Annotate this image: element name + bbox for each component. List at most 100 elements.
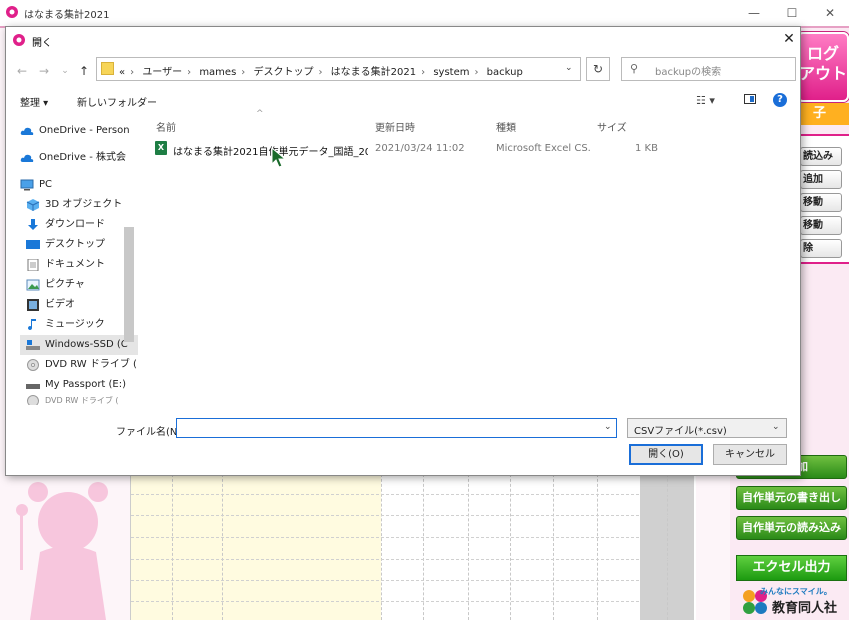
dialog-close-button[interactable]: ✕ — [780, 29, 798, 49]
maximize-button[interactable]: ☐ — [783, 5, 801, 21]
cancel-button[interactable]: キャンセル — [713, 444, 787, 465]
grid-line — [468, 474, 469, 620]
logout-button[interactable]: ログ アウト — [797, 32, 849, 102]
search-icon: ⚲ — [630, 62, 639, 75]
chevron-right-icon: › — [241, 67, 246, 78]
dvd-icon — [26, 359, 40, 371]
nav-item-pc[interactable]: PC — [20, 175, 138, 195]
brand-name: 教育同人社 — [772, 601, 838, 616]
dialog-title: 開く — [32, 38, 52, 49]
breadcrumb-hanamaru[interactable]: はなまる集計2021 — [331, 67, 416, 78]
help-icon[interactable]: ? — [773, 93, 787, 107]
nav-item-documents[interactable]: ドキュメント — [20, 255, 138, 275]
dialog-app-icon — [13, 34, 25, 46]
grid-line — [131, 515, 694, 516]
breadcrumb-backup[interactable]: backup — [487, 67, 523, 78]
logout-label-1: ログ — [806, 44, 839, 63]
open-file-dialog: 開く ✕ ← → ⌄ ↑ « › ユーザー › mames › デスクトップ › はなま… — [5, 26, 801, 476]
address-dropdown-icon[interactable]: ⌄ — [565, 63, 577, 73]
nav-item-my-passport[interactable]: My Passport (E:) — [20, 375, 138, 395]
side-move-button-1[interactable]: 移動 — [800, 193, 842, 212]
breadcrumb-system[interactable]: system — [433, 67, 469, 78]
filename-dropdown-icon[interactable]: ⌄ — [604, 422, 612, 432]
grid-line — [131, 580, 694, 581]
side-load-button[interactable]: 読込み — [800, 147, 842, 166]
import-custom-unit-button[interactable]: 自作単元の読み込み — [736, 516, 847, 540]
cloud-icon — [20, 152, 34, 164]
nav-item-onedrive-personal[interactable]: OneDrive - Person — [20, 121, 138, 141]
breadcrumb-mames[interactable]: mames — [199, 67, 236, 78]
address-bar[interactable]: « › ユーザー › mames › デスクトップ › はなまる集計2021 › syst… — [96, 57, 581, 81]
video-icon — [26, 299, 40, 311]
app-title: はなまる集計2021 — [24, 10, 110, 21]
logout-label-2: アウト — [799, 64, 848, 83]
file-type-value: CSVファイル(*.csv) — [634, 426, 727, 437]
navigation-scrollbar[interactable] — [124, 227, 134, 342]
open-button[interactable]: 開く(O) — [629, 444, 703, 465]
app-logo-icon — [6, 6, 18, 18]
grid-line — [222, 474, 223, 620]
nav-item-desktop[interactable]: デスクトップ — [20, 235, 138, 255]
breadcrumb-overflow[interactable]: « — [119, 67, 125, 78]
preview-pane-icon[interactable] — [744, 94, 756, 104]
nav-item-dvd-drive[interactable]: DVD RW ドライブ ( — [20, 355, 138, 375]
file-type: Microsoft Excel CS... — [496, 143, 591, 154]
brand-tagline: みんなにスマイル。 — [760, 587, 832, 596]
nav-item-dvd-drive-2[interactable]: DVD RW ドライブ ( — [20, 395, 138, 405]
document-icon — [26, 258, 40, 272]
file-type-select[interactable]: CSVファイル(*.csv) ⌄ — [627, 418, 787, 438]
minimize-button[interactable]: — — [745, 5, 763, 21]
nav-item-3d-objects[interactable]: 3D オブジェクト — [20, 195, 138, 215]
breadcrumb-users[interactable]: ユーザー — [142, 67, 182, 78]
cube-icon — [26, 199, 40, 211]
nav-item-onedrive-business[interactable]: OneDrive - 株式会 — [20, 148, 138, 168]
excel-export-button[interactable]: エクセル出力 — [736, 555, 847, 581]
nav-item-pictures[interactable]: ピクチャ — [20, 275, 138, 295]
grid-line — [131, 601, 694, 602]
score-grid-highlight — [131, 474, 381, 620]
grid-line — [597, 474, 598, 620]
nav-item-windows-ssd[interactable]: Windows-SSD (C — [20, 335, 138, 355]
cloud-icon — [20, 125, 34, 137]
breadcrumb: « › ユーザー › mames › デスクトップ › はなまる集計2021 › syst… — [119, 63, 523, 78]
side-move-button-2[interactable]: 移動 — [800, 216, 842, 235]
filename-label: ファイル名(N): — [116, 427, 185, 438]
nav-item-music[interactable]: ミュージック — [20, 315, 138, 335]
column-header-modified[interactable]: 更新日時 — [375, 119, 415, 134]
refresh-icon[interactable]: ↻ — [586, 57, 610, 81]
desktop-icon — [26, 239, 40, 251]
brand-logo: みんなにスマイル。 教育同人社 — [742, 586, 849, 618]
nav-item-videos[interactable]: ビデオ — [20, 295, 138, 315]
nav-item-downloads[interactable]: ダウンロード — [20, 215, 138, 235]
side-delete-button[interactable]: 除 — [800, 239, 842, 258]
grid-line — [423, 474, 424, 620]
chevron-down-icon: ⌄ — [772, 422, 780, 432]
side-add-button[interactable]: 追加 — [800, 170, 842, 189]
search-input[interactable]: ⚲ backupの検索 — [621, 57, 796, 81]
breadcrumb-desktop[interactable]: デスクトップ — [253, 67, 313, 78]
chevron-right-icon: › — [187, 67, 192, 78]
app-close-button[interactable]: ✕ — [821, 5, 839, 21]
app-titlebar: はなまる集計2021 — ☐ ✕ — [0, 0, 849, 28]
up-arrow-icon[interactable]: ↑ — [76, 63, 92, 79]
filename-input[interactable] — [176, 418, 617, 438]
column-header-size[interactable]: サイズ — [597, 119, 627, 134]
file-modified: 2021/03/24 11:02 — [375, 143, 465, 154]
file-size: 1 KB — [635, 143, 658, 154]
chevron-right-icon: › — [130, 67, 135, 78]
file-row[interactable]: X はなまる集計2021自作単元データ_国語_202... 2021/03/24… — [149, 138, 789, 160]
column-header-type[interactable]: 種類 — [496, 119, 516, 134]
view-options-icon[interactable]: ☷ ▾ — [696, 94, 715, 107]
sort-caret-icon: ^ — [256, 109, 264, 119]
new-folder-button[interactable]: 新しいフォルダー — [77, 94, 157, 109]
organize-menu-button[interactable]: 整理 ▾ — [20, 94, 48, 109]
column-header-name[interactable]: 名前 — [156, 119, 176, 134]
back-arrow-icon[interactable]: ← — [14, 63, 30, 79]
chevron-right-icon: › — [474, 67, 479, 78]
export-custom-unit-button[interactable]: 自作単元の書き出し — [736, 486, 847, 510]
recent-locations-icon[interactable]: ⌄ — [57, 63, 73, 79]
picture-icon — [26, 279, 40, 291]
folder-icon — [101, 62, 114, 75]
grid-line — [510, 474, 511, 620]
forward-arrow-icon[interactable]: → — [36, 63, 52, 79]
